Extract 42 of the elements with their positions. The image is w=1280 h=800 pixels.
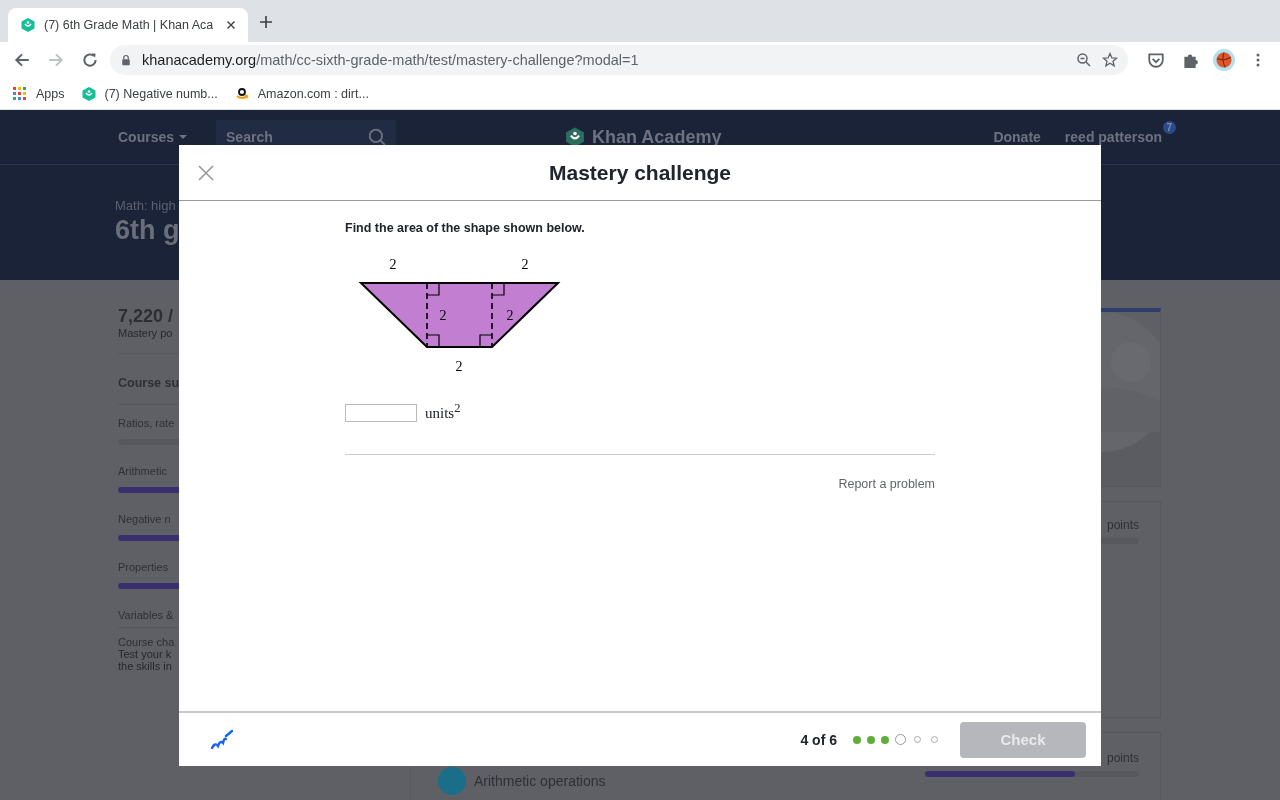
answer-field[interactable] — [345, 404, 417, 422]
challenge-text: the skills in — [118, 660, 173, 672]
dimension-label: 2 — [521, 257, 529, 272]
mastery-points-label: Mastery po — [118, 327, 174, 339]
search-icon — [368, 128, 387, 146]
site-favicon-icon — [20, 17, 36, 33]
url-text: khanacademy.org/math/cc-sixth-grade-math/test/mastery-challenge?modal=1 — [142, 52, 640, 68]
star-icon[interactable] — [1102, 52, 1118, 68]
user-menu[interactable]: reed patterson — [1064, 129, 1163, 145]
bookmark[interactable]: Apps — [12, 85, 65, 102]
unit-label: units$^{2}$ — [425, 401, 461, 422]
modal-title: Mastery challenge — [548, 160, 732, 185]
course-subject: Math: high — [115, 198, 177, 213]
question-text: Find the area of the shape shown below. — [345, 221, 586, 235]
caret-icon — [178, 132, 189, 142]
pocket-icon[interactable] — [1147, 51, 1165, 69]
back-icon[interactable] — [13, 51, 31, 69]
dimension-label: 2 — [439, 308, 447, 323]
browser-tab[interactable]: (7) 6th Grade Math | Khan Aca — [8, 8, 248, 42]
dimension-label: 2 — [455, 359, 463, 374]
zoom-out-icon[interactable] — [1076, 52, 1092, 68]
dimension-label: 2 — [389, 257, 397, 272]
notification-badge: 7 — [1162, 121, 1177, 134]
donate-link[interactable]: Donate — [993, 129, 1041, 145]
bookmark[interactable]: (7) Negative numb... — [80, 85, 218, 102]
site-favicon-icon — [80, 85, 97, 102]
report-link[interactable]: Report a problem — [838, 477, 935, 491]
new-tab-icon[interactable] — [258, 14, 274, 30]
scribble-icon[interactable] — [209, 727, 233, 752]
bookmark[interactable]: Amazon.com : dirt... — [233, 85, 369, 102]
close-button[interactable] — [197, 164, 215, 182]
site-logo[interactable]: Khan Academy — [564, 126, 722, 148]
progress-text: 4 of 6 — [800, 731, 837, 748]
lock-icon — [120, 54, 132, 66]
dimension-label: 2 — [506, 308, 514, 323]
courses-menu[interactable]: Courses — [118, 129, 189, 145]
course-title: 6th g — [115, 215, 180, 246]
avatar-icon[interactable] — [1213, 49, 1235, 71]
apps-icon — [12, 85, 28, 102]
address-bar[interactable]: khanacademy.org/math/cc-sixth-grade-math/test/mastery-challenge?modal=1 — [110, 45, 1128, 75]
reload-icon[interactable] — [81, 51, 99, 69]
unit-icon — [438, 767, 466, 795]
